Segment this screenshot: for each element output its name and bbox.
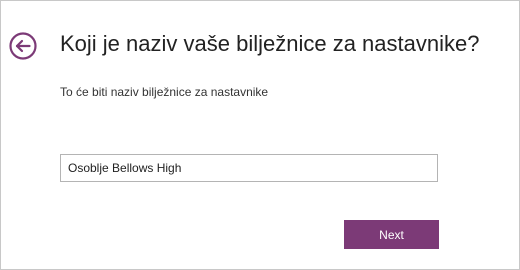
back-arrow-circle-icon xyxy=(9,32,37,60)
create-notebook-dialog: Koji je naziv vaše bilježnice za nastavn… xyxy=(0,0,520,270)
notebook-name-input[interactable] xyxy=(60,154,438,182)
dialog-title: Koji je naziv vaše bilježnice za nastavn… xyxy=(60,31,480,56)
next-button[interactable]: Next xyxy=(344,220,439,249)
dialog-subtitle: To će biti naziv bilježnice za nastavnik… xyxy=(60,85,269,99)
back-button[interactable] xyxy=(8,31,38,61)
